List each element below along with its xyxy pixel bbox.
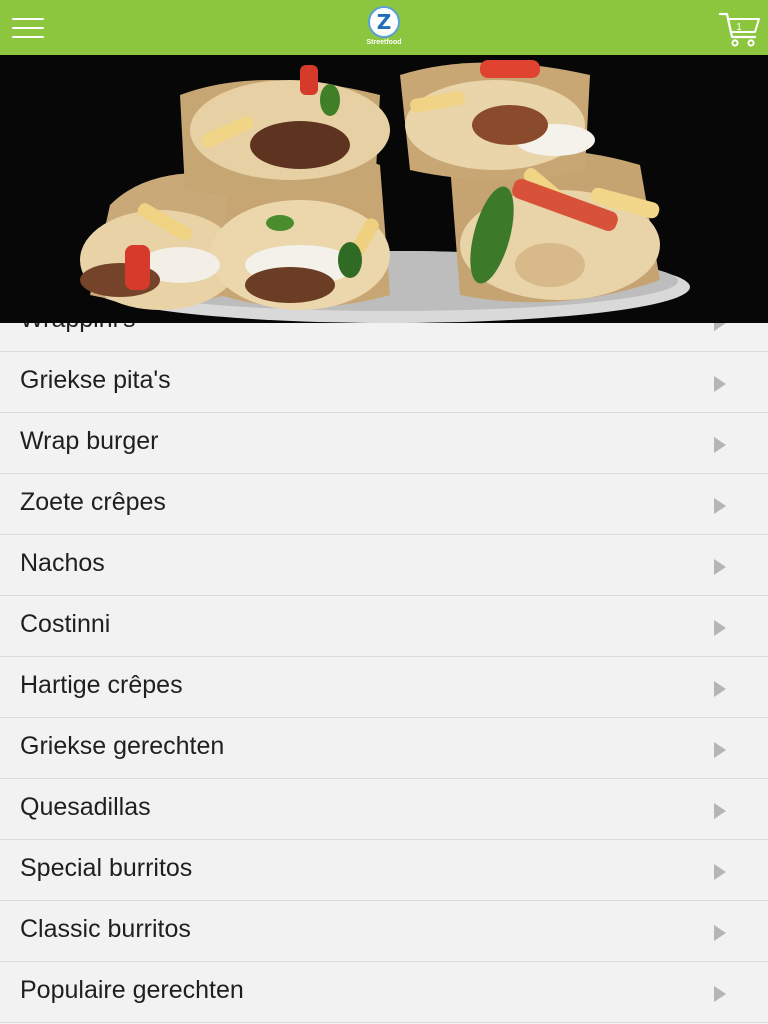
- shopping-cart-button[interactable]: 1: [718, 10, 762, 48]
- chevron-right-icon: [714, 803, 726, 819]
- category-item-griekse-pitas[interactable]: Griekse pita's: [0, 352, 768, 413]
- brand-logo[interactable]: Z Streetfood: [364, 6, 404, 50]
- category-label: Costinni: [20, 610, 111, 638]
- category-item-hartige-crepes[interactable]: Hartige crêpes: [0, 657, 768, 718]
- category-label: Wrappini's: [20, 323, 135, 334]
- category-item-populaire-gerechten[interactable]: Populaire gerechten: [0, 962, 768, 1023]
- category-item-classic-burritos[interactable]: Classic burritos: [0, 901, 768, 962]
- category-label: Griekse pita's: [20, 366, 171, 394]
- category-label: Nachos: [20, 549, 105, 577]
- logo-letter: Z: [376, 10, 392, 34]
- category-label: Hartige crêpes: [20, 671, 183, 699]
- chevron-right-icon: [714, 864, 726, 880]
- app-header: Z Streetfood 1: [0, 0, 768, 55]
- category-item-costinni[interactable]: Costinni: [0, 596, 768, 657]
- category-item-griekse-gerechten[interactable]: Griekse gerechten: [0, 718, 768, 779]
- hero-banner: [0, 55, 768, 323]
- chevron-right-icon: [714, 742, 726, 758]
- chevron-right-icon: [714, 986, 726, 1002]
- menu-bar: [12, 36, 44, 38]
- chevron-right-icon: [714, 925, 726, 941]
- category-item-wrap-burger[interactable]: Wrap burger: [0, 413, 768, 474]
- chevron-right-icon: [714, 323, 726, 331]
- chevron-right-icon: [714, 559, 726, 575]
- category-label: Populaire gerechten: [20, 976, 244, 1004]
- category-item-zoete-crepes[interactable]: Zoete crêpes: [0, 474, 768, 535]
- category-label: Zoete crêpes: [20, 488, 166, 516]
- hamburger-menu-icon[interactable]: [12, 16, 44, 40]
- food-wraps-photo: [0, 55, 768, 323]
- category-label: Quesadillas: [20, 793, 151, 821]
- category-item-special-burritos[interactable]: Special burritos: [0, 840, 768, 901]
- category-label: Wrap burger: [20, 427, 159, 455]
- category-label: Griekse gerechten: [20, 732, 225, 760]
- category-list: Wrappini's Griekse pita's Wrap burger Zo…: [0, 323, 768, 1024]
- category-label: Classic burritos: [20, 915, 191, 943]
- chevron-right-icon: [714, 681, 726, 697]
- category-item-nachos[interactable]: Nachos: [0, 535, 768, 596]
- category-item-wrappinis[interactable]: Wrappini's: [0, 323, 768, 352]
- category-label: Special burritos: [20, 854, 193, 882]
- cart-count-badge: 1: [736, 22, 742, 33]
- chevron-right-icon: [714, 437, 726, 453]
- chevron-right-icon: [714, 620, 726, 636]
- category-item-quesadillas[interactable]: Quesadillas: [0, 779, 768, 840]
- category-list-scroll[interactable]: Wrappini's Griekse pita's Wrap burger Zo…: [0, 323, 768, 1023]
- chevron-right-icon: [714, 376, 726, 392]
- logo-text: Streetfood: [366, 39, 402, 46]
- menu-bar: [12, 27, 44, 29]
- menu-bar: [12, 18, 44, 20]
- logo-badge-icon: Z: [368, 6, 400, 38]
- chevron-right-icon: [714, 498, 726, 514]
